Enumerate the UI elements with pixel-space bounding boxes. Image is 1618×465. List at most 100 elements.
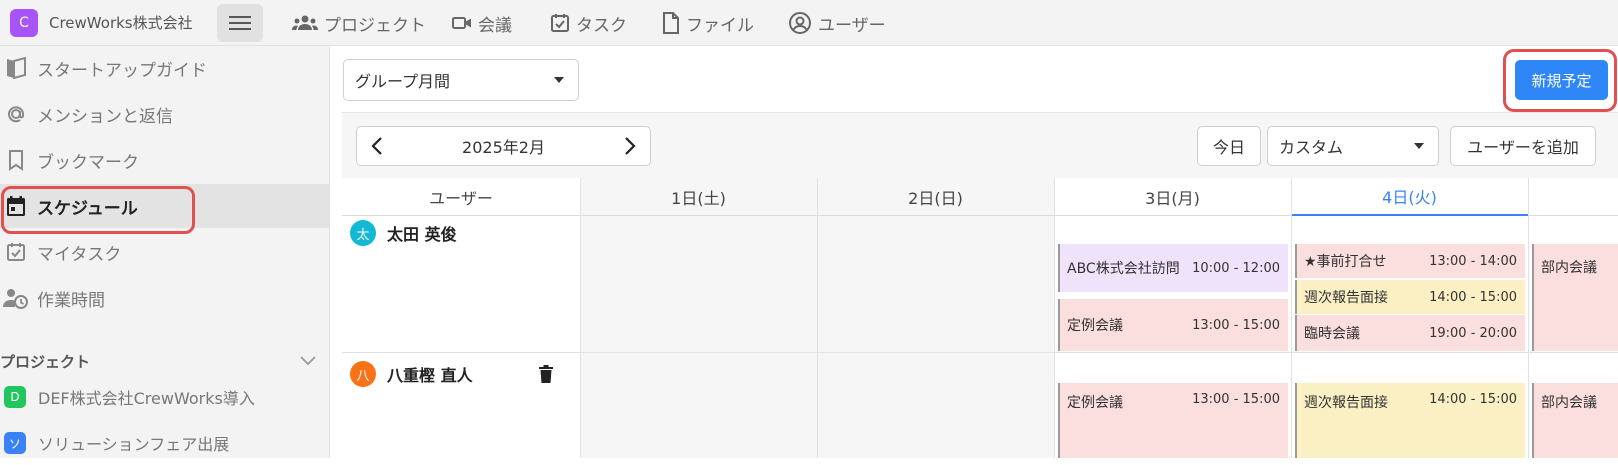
projects-section-header[interactable]: プロジェクト — [0, 346, 330, 376]
nav-users[interactable]: ユーザー — [788, 0, 886, 46]
chevron-right-icon[interactable] — [624, 137, 636, 155]
event-title: ABC株式会社訪問 — [1067, 261, 1180, 277]
project-badge: ソ — [4, 432, 26, 454]
nav-projects-label: プロジェクト — [324, 15, 426, 36]
nav-projects[interactable]: プロジェクト — [292, 0, 426, 46]
range-select[interactable]: カスタム — [1267, 126, 1439, 166]
nav-users-label: ユーザー — [818, 15, 886, 36]
project-label: ソリューションフェア出展 — [38, 435, 230, 454]
event-dept-meeting[interactable]: 部内会議 — [1532, 244, 1618, 351]
avatar: 八 — [350, 361, 376, 387]
nav-tasks[interactable]: タスク — [550, 0, 627, 46]
sidebar: スタートアップガイド メンションと返信 ブックマーク スケジュール マイタスク … — [0, 46, 330, 458]
user-circle-icon — [789, 12, 811, 34]
event-weekly-report-2[interactable]: 週次報告面接 14:00 - 15:00 — [1295, 383, 1525, 458]
sidebar-item-my-tasks[interactable]: マイタスク — [0, 230, 330, 274]
today-button[interactable]: 今日 — [1197, 126, 1261, 166]
event-weekly-report[interactable]: 週次報告面接 14:00 - 15:00 — [1295, 280, 1525, 314]
nav-meetings-label: 会議 — [478, 15, 512, 36]
sidebar-item-label: ブックマーク — [37, 152, 139, 173]
chevron-down-icon — [300, 356, 316, 366]
active-item-highlight — [1, 186, 195, 234]
user-clock-icon — [3, 289, 28, 309]
video-camera-icon — [452, 17, 471, 29]
event-regular-meeting-2[interactable]: 定例会議 13:00 - 15:00 — [1058, 383, 1288, 458]
bookmark-icon — [9, 150, 23, 171]
header-user: ユーザー — [342, 178, 580, 216]
range-select-value: カスタム — [1279, 138, 1344, 157]
hamburger-menu-button[interactable] — [217, 4, 263, 42]
event-title: 週次報告面接 — [1304, 395, 1388, 411]
nav-tasks-label: タスク — [576, 15, 627, 36]
task-check-icon — [551, 14, 569, 32]
sidebar-item-startup-guide[interactable]: スタートアップガイド — [0, 46, 330, 90]
dropdown-caret-icon — [1414, 143, 1424, 149]
schedule-grid: ユーザー 1日(土) 2日(日) 3日(月) 4日(火) 太 太田 英俊 ABC… — [342, 178, 1618, 458]
event-abc-visit[interactable]: ABC株式会社訪問 10:00 - 12:00 — [1058, 244, 1288, 292]
event-title: 部内会議 — [1541, 260, 1597, 276]
add-user-button[interactable]: ユーザーを追加 — [1450, 126, 1596, 166]
header-day-5 — [1528, 178, 1618, 216]
grid-line — [1291, 178, 1292, 458]
at-icon — [8, 106, 24, 123]
event-time: 13:00 - 15:00 — [1192, 317, 1280, 333]
current-month: 2025年2月 — [462, 138, 545, 157]
user-row-yaegashi[interactable]: 八 八重樫 直人 — [342, 354, 572, 394]
row-divider — [342, 352, 1618, 353]
grid-line — [1054, 178, 1055, 458]
task-check-icon — [7, 243, 25, 261]
projects-section-label: プロジェクト — [0, 352, 91, 371]
grid-line — [1528, 178, 1529, 458]
nav-files[interactable]: ファイル — [662, 0, 754, 46]
grid-line — [580, 178, 581, 458]
avatar: 太 — [350, 220, 376, 246]
event-dept-meeting-2[interactable]: 部内会議 — [1532, 383, 1618, 458]
header-day-4: 4日(火) — [1291, 178, 1528, 216]
logo-badge: C — [10, 8, 38, 37]
sidebar-item-label: マイタスク — [37, 244, 122, 265]
user-name: 八重樫 直人 — [387, 366, 473, 385]
sidebar-item-bookmarks[interactable]: ブックマーク — [0, 138, 330, 182]
event-title: 臨時会議 — [1304, 326, 1360, 342]
nav-meetings[interactable]: 会議 — [452, 0, 512, 46]
event-title: 定例会議 — [1067, 395, 1123, 411]
event-time: 19:00 - 20:00 — [1429, 325, 1517, 341]
event-adhoc-meeting[interactable]: 臨時会議 19:00 - 20:00 — [1295, 315, 1525, 351]
sidebar-project-def[interactable]: D DEF株式会社CrewWorks導入 — [0, 375, 330, 419]
event-title: 定例会議 — [1067, 318, 1123, 334]
sidebar-project-solution-fair[interactable]: ソ ソリューションフェア出展 — [0, 421, 330, 465]
dropdown-caret-icon — [554, 77, 564, 83]
header-day-1: 1日(土) — [580, 178, 817, 216]
view-select-value: グループ月間 — [355, 72, 451, 91]
event-time: 13:00 - 15:00 — [1192, 392, 1280, 407]
project-label: DEF株式会社CrewWorks導入 — [38, 389, 255, 408]
sidebar-item-work-time[interactable]: 作業時間 — [0, 276, 330, 320]
event-title: 部内会議 — [1541, 395, 1597, 411]
event-time: 10:00 - 12:00 — [1192, 260, 1280, 276]
event-pre-meeting[interactable]: ★事前打合せ 13:00 - 14:00 — [1295, 244, 1525, 278]
sidebar-item-mentions[interactable]: メンションと返信 — [0, 92, 330, 136]
sidebar-item-label: スタートアップガイド — [37, 60, 207, 81]
top-bar: C CrewWorks株式会社 プロジェクト 会議 タスク ファイル ユーザー — [0, 0, 1618, 46]
grid-line — [817, 178, 818, 458]
new-event-highlight — [1503, 49, 1617, 112]
user-name: 太田 英俊 — [387, 225, 457, 244]
event-regular-meeting[interactable]: 定例会議 13:00 - 15:00 — [1058, 299, 1288, 351]
event-time: 14:00 - 15:00 — [1429, 289, 1517, 305]
sidebar-item-label: メンションと返信 — [37, 106, 173, 127]
sidebar-item-label: 作業時間 — [37, 290, 105, 311]
month-navigator: 2025年2月 — [356, 126, 651, 166]
view-select[interactable]: グループ月間 — [343, 59, 579, 101]
event-title: ★事前打合せ — [1304, 254, 1387, 270]
company-name: CrewWorks株式会社 — [49, 14, 193, 32]
trash-icon[interactable] — [539, 365, 553, 383]
header-day-3: 3日(月) — [1054, 178, 1291, 216]
header-day-2: 2日(日) — [817, 178, 1054, 216]
user-row-ota[interactable]: 太 太田 英俊 — [342, 213, 572, 253]
project-badge: D — [4, 386, 26, 408]
company-logo[interactable]: C CrewWorks株式会社 — [10, 8, 193, 37]
map-icon — [7, 56, 26, 80]
file-icon — [663, 12, 679, 34]
event-time: 13:00 - 14:00 — [1429, 253, 1517, 269]
nav-files-label: ファイル — [686, 15, 754, 36]
